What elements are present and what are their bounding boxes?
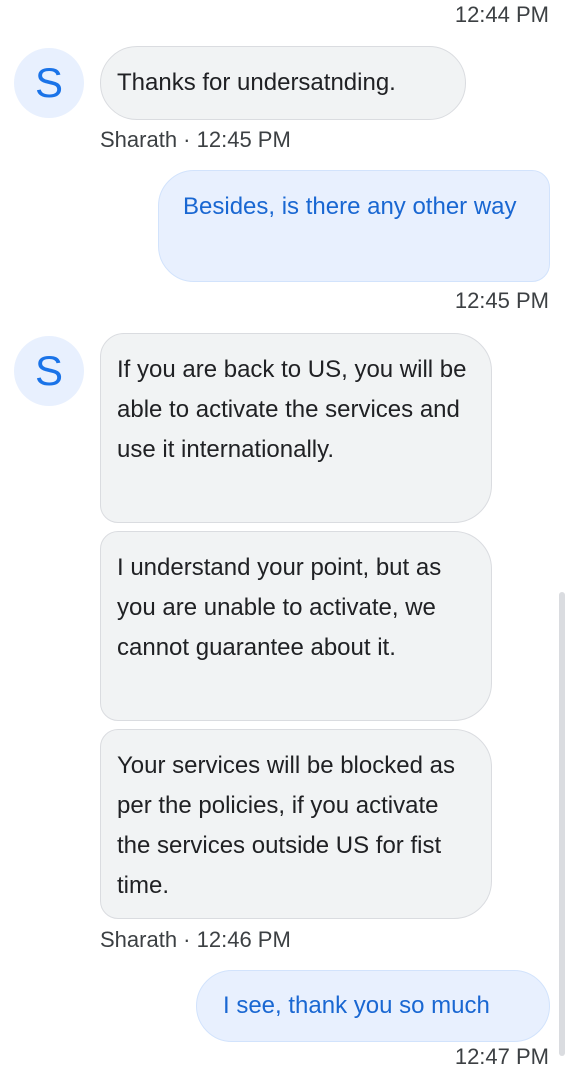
sent-message-bubble: I see, thank you so much	[196, 970, 550, 1042]
message-text: I understand your point, but as you are …	[117, 554, 442, 661]
separator-dot: ·	[177, 927, 197, 952]
scrollbar-thumb[interactable]	[559, 592, 565, 1056]
message-bubble: If you are back to US, you will be able …	[100, 333, 492, 523]
message-bubble: Thanks for undersatnding.	[100, 46, 466, 120]
sent-message-bubble: Besides, is there any other way	[158, 170, 550, 282]
separator-dot: ·	[177, 127, 197, 152]
message-bubble: I understand your point, but as you are …	[100, 531, 492, 721]
message-bubble: Your services will be blocked as per the…	[100, 729, 492, 919]
avatar-letter: S	[34, 59, 63, 106]
chat-transcript: 12:44 PM S Thanks for undersatnding. Sha…	[0, 0, 566, 1069]
message-text: If you are back to US, you will be able …	[117, 356, 467, 463]
avatar: S	[14, 48, 84, 118]
message-text: Your services will be blocked as per the…	[117, 752, 455, 899]
timestamp: 12:44 PM	[454, 2, 549, 27]
avatar-letter: S	[34, 347, 63, 394]
message-text: Besides, is there any other way	[183, 193, 517, 220]
message-time: 12:45 PM	[196, 127, 291, 152]
message-text: Thanks for undersatnding.	[117, 69, 396, 96]
sender-line: Sharath · 12:45 PM	[100, 127, 291, 153]
sender-name: Sharath	[100, 927, 178, 952]
timestamp: 12:47 PM	[454, 1044, 549, 1069]
avatar: S	[14, 336, 84, 406]
message-text: I see, thank you so much	[223, 992, 490, 1019]
timestamp: 12:45 PM	[454, 288, 549, 313]
message-time: 12:46 PM	[196, 927, 291, 952]
sender-name: Sharath	[100, 127, 178, 152]
sender-line: Sharath · 12:46 PM	[100, 927, 291, 953]
